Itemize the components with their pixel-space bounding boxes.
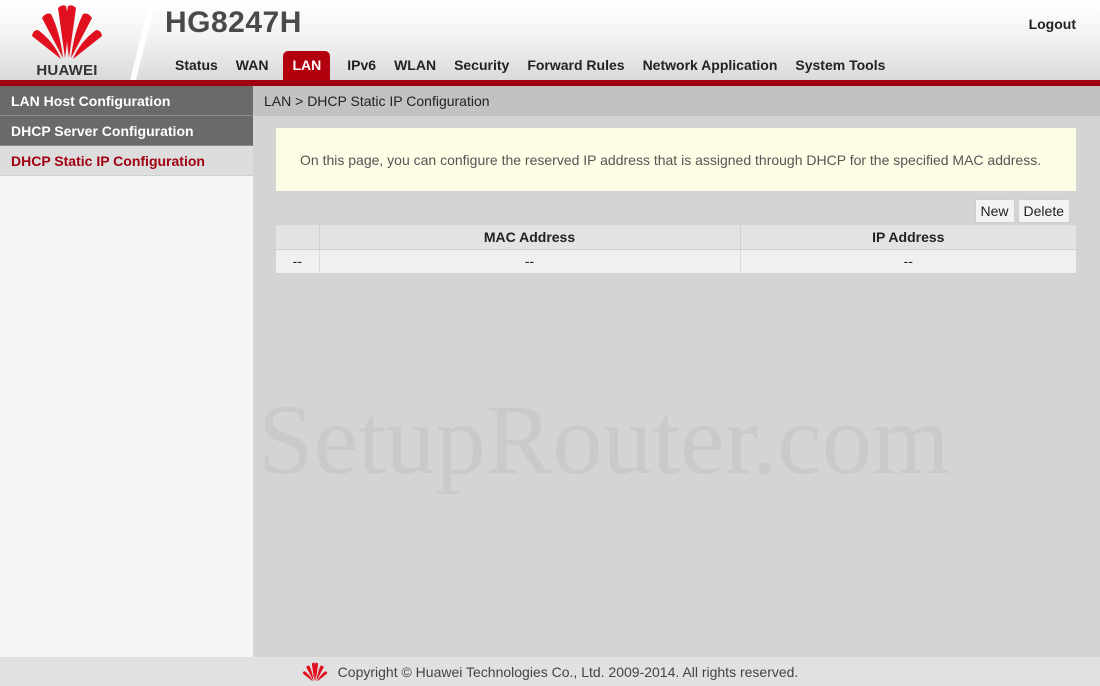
- new-button[interactable]: New: [974, 199, 1015, 223]
- nav-tab-wlan[interactable]: WLAN: [385, 51, 445, 81]
- cell-select: --: [276, 249, 320, 273]
- breadcrumb: LAN > DHCP Static IP Configuration: [253, 86, 1100, 116]
- table-actions: New Delete: [974, 199, 1070, 223]
- page-description: On this page, you can configure the rese…: [276, 128, 1076, 191]
- huawei-logo-small-icon: [302, 662, 327, 681]
- nav-tab-system-tools[interactable]: System Tools: [786, 51, 894, 81]
- copyright-text: Copyright © Huawei Technologies Co., Ltd…: [337, 663, 799, 680]
- device-model: HG8247H: [165, 6, 302, 39]
- sidebar-item-dhcp-server-configuration[interactable]: DHCP Server Configuration: [0, 116, 253, 146]
- cell-ip-address: --: [740, 249, 1076, 273]
- nav-tab-forward-rules[interactable]: Forward Rules: [518, 51, 633, 81]
- nav-tab-lan[interactable]: LAN: [283, 51, 331, 81]
- nav-tab-ipv6[interactable]: IPv6: [338, 51, 385, 81]
- column-header-ip-address: IP Address: [740, 225, 1076, 250]
- huawei-petals-icon: [32, 5, 102, 59]
- cell-mac-address: --: [319, 249, 741, 273]
- nav-tab-security[interactable]: Security: [445, 51, 518, 81]
- brand-name: HUAWEI: [36, 62, 98, 79]
- sidebar-item-dhcp-static-ip-configuration[interactable]: DHCP Static IP Configuration: [0, 146, 253, 176]
- huawei-logo: HUAWEI: [14, 4, 120, 79]
- sidebar: LAN Host Configuration DHCP Server Confi…: [0, 86, 253, 657]
- nav-tab-wan[interactable]: WAN: [227, 51, 278, 81]
- table-row: -- -- --: [276, 249, 1076, 273]
- table-header-row: MAC Address IP Address: [276, 225, 1076, 250]
- header-divider: [130, 0, 156, 80]
- logout-link[interactable]: Logout: [1029, 16, 1076, 32]
- main-content: LAN > DHCP Static IP Configuration On th…: [253, 86, 1100, 657]
- nav-tab-network-application[interactable]: Network Application: [634, 51, 787, 81]
- header: HUAWEI HG8247H Logout Status WAN LAN IPv…: [0, 0, 1100, 86]
- column-header-mac-address: MAC Address: [319, 225, 741, 250]
- column-header-select: [276, 225, 320, 250]
- sidebar-item-lan-host-configuration[interactable]: LAN Host Configuration: [0, 86, 253, 116]
- nav-tab-status[interactable]: Status: [166, 51, 227, 81]
- watermark: SetupRouter.com: [258, 384, 950, 495]
- main-nav: Status WAN LAN IPv6 WLAN Security Forwar…: [166, 51, 894, 81]
- footer: Copyright © Huawei Technologies Co., Ltd…: [0, 657, 1100, 686]
- delete-button[interactable]: Delete: [1017, 199, 1070, 223]
- static-ip-table: MAC Address IP Address -- -- --: [276, 225, 1076, 273]
